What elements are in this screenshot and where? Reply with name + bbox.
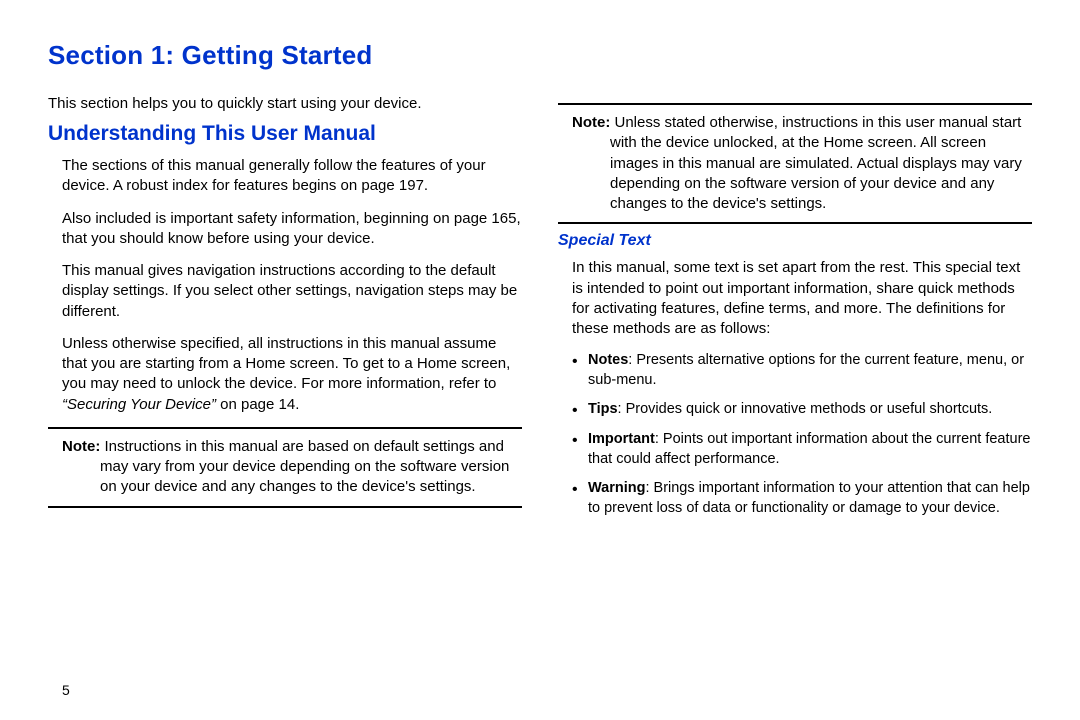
note-1-body: Instructions in this manual are based on… <box>100 438 509 496</box>
bullet-important-text: : Points out important information about… <box>588 431 1030 467</box>
note-1-label: Note: <box>62 438 100 455</box>
note-block-1: Note: Instructions in this manual are ba… <box>48 427 522 508</box>
intro-text: This section helps you to quickly start … <box>48 95 522 112</box>
bullet-notes-text: : Presents alternative options for the c… <box>588 352 1024 388</box>
bullet-warning-label: Warning <box>588 480 645 496</box>
bullet-important-label: Important <box>588 431 655 447</box>
note-2-text: Note: Unless stated otherwise, instructi… <box>558 113 1032 214</box>
note-2-body: Unless stated otherwise, instructions in… <box>610 114 1022 212</box>
para-1: The sections of this manual generally fo… <box>48 156 522 197</box>
bullet-tips-text: : Provides quick or innovative methods o… <box>618 401 993 417</box>
content-columns: This section helps you to quickly start … <box>48 95 1032 528</box>
para-4-pre: Unless otherwise specified, all instruct… <box>62 335 510 393</box>
para-3: This manual gives navigation instruction… <box>48 261 522 322</box>
note-2-label: Note: <box>572 114 610 131</box>
bullet-notes: Notes: Presents alternative options for … <box>572 351 1032 390</box>
bullet-tips-label: Tips <box>588 401 618 417</box>
right-column: Note: Unless stated otherwise, instructi… <box>558 95 1032 528</box>
bullet-warning-text: : Brings important information to your a… <box>588 480 1030 516</box>
bullet-warning: Warning: Brings important information to… <box>572 479 1032 518</box>
section-title: Section 1: Getting Started <box>48 40 1032 71</box>
page-number: 5 <box>62 682 70 698</box>
subheading-understanding: Understanding This User Manual <box>48 122 522 146</box>
subheading-special-text: Special Text <box>558 232 1032 250</box>
bullet-notes-label: Notes <box>588 352 628 368</box>
bullet-important: Important: Points out important informat… <box>572 430 1032 469</box>
definitions-list: Notes: Presents alternative options for … <box>558 351 1032 518</box>
bullet-tips: Tips: Provides quick or innovative metho… <box>572 400 1032 420</box>
para-2: Also included is important safety inform… <box>48 209 522 250</box>
note-1-text: Note: Instructions in this manual are ba… <box>48 437 522 498</box>
special-text-para: In this manual, some text is set apart f… <box>558 258 1032 339</box>
left-column: This section helps you to quickly start … <box>48 95 522 528</box>
para-4-post: on page 14. <box>216 396 299 413</box>
note-block-2: Note: Unless stated otherwise, instructi… <box>558 103 1032 224</box>
para-4: Unless otherwise specified, all instruct… <box>48 334 522 415</box>
para-4-italic: “Securing Your Device” <box>62 396 216 413</box>
